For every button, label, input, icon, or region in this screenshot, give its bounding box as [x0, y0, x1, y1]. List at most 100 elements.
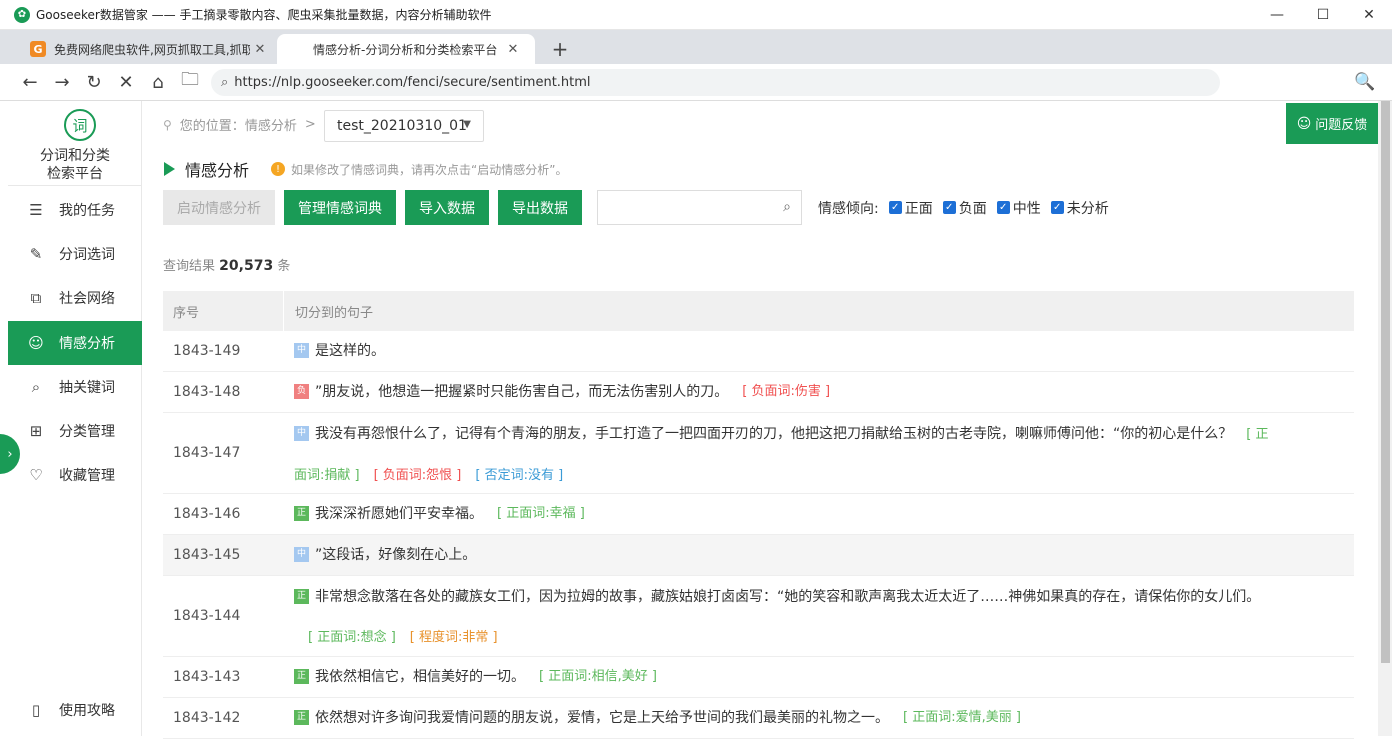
window-controls: — ☐ ✕ [1254, 0, 1392, 30]
filter-unanalyzed-checkbox[interactable]: ✓ 未分析 [1050, 198, 1109, 218]
keyword-positive: [ 正面词:相信,美好 ] [539, 669, 657, 684]
neutral-tag-icon: 中 [294, 546, 309, 562]
table-row[interactable]: 1843-144 正非常想念散落在各处的藏族女工们，因为拉姆的故事，藏族姑娘打卤… [163, 576, 1354, 657]
breadcrumb-arrow: > [304, 117, 316, 132]
browser-tab-gooseeker[interactable]: G 免费网络爬虫软件,网页抓取工具,抓取 ✕ [20, 34, 276, 64]
sidebar-item-tasks[interactable]: ☰ 我的任务 [8, 188, 142, 232]
sidebar-item-categories[interactable]: ⊞ 分类管理 [8, 409, 142, 453]
keyword-negative: [ 负面词:伤害 ] [742, 384, 831, 399]
sidebar-item-label: 分词选词 [59, 247, 115, 263]
sidebar-item-keywords[interactable]: ⌕ 抽关键词 [8, 365, 142, 409]
filter-label: 负面 [958, 200, 987, 217]
feedback-button[interactable]: ☺ 问题反馈 [1286, 103, 1378, 144]
minimize-button[interactable]: — [1254, 0, 1300, 30]
negative-tag-icon: 负 [294, 383, 309, 399]
sidebar-item-segmentation[interactable]: ✎ 分词选词 [8, 232, 142, 276]
main-content: ⚲ 您的位置： 情感分析 > test_20210310_01 ▼ ☺ 问题反馈… [143, 101, 1378, 739]
browser-tab-sentiment[interactable]: 情感分析-分词分析和分类检索平台 ✕ [277, 34, 535, 64]
address-bar: ← → ↻ ✕ ⌂ 🗀 ⌕ https://nlp.gooseeker.com/… [0, 64, 1392, 101]
filter-negative-checkbox[interactable]: ✓ 负面 [942, 198, 987, 218]
sidebar-item-label: 社会网络 [59, 291, 115, 307]
stop-icon[interactable]: ✕ [110, 66, 142, 98]
row-number: 1843-148 [173, 384, 241, 400]
breadcrumb-current[interactable]: 情感分析 [245, 115, 297, 134]
keyword-negative: [ 负面词:怨恨 ] [373, 468, 462, 483]
window-titlebar: ✿ Gooseeker数据管家 —— 手工摘录零散内容、爬虫采集批量数据，内容分… [0, 0, 1392, 30]
row-number: 1843-146 [173, 506, 241, 522]
page-scrollbar[interactable] [1378, 101, 1392, 736]
filter-neutral-checkbox[interactable]: ✓ 中性 [996, 198, 1041, 218]
network-icon: ⧉ [30, 289, 42, 307]
close-window-button[interactable]: ✕ [1346, 0, 1392, 30]
result-count: 查询结果 20,573 条 [163, 255, 290, 274]
back-arrow-icon[interactable]: ← [14, 66, 46, 98]
smile-icon: ☺ [28, 334, 44, 352]
breadcrumb: ⚲ 您的位置： 情感分析 > [163, 115, 324, 134]
sidebar-item-label: 使用攻略 [59, 703, 115, 719]
table-header: 序号 切分到的句子 [163, 291, 1354, 331]
new-tab-button[interactable]: + [548, 34, 572, 64]
sidebar-item-favorites[interactable]: ♡ 收藏管理 [8, 453, 142, 497]
project-select-value: test_20210310_01 [337, 118, 467, 134]
magnifier-icon: ⌕ [31, 378, 41, 396]
url-field[interactable]: ⌕ https://nlp.gooseeker.com/fenci/secure… [211, 69, 1220, 96]
reload-icon[interactable]: ↻ [78, 66, 110, 98]
row-number: 1843-147 [173, 445, 241, 461]
table-row[interactable]: 1843-145 中 ”这段话，好像刻在心上。 [163, 535, 1354, 576]
sentence-text: 我没有再怨恨什么了，记得有个青海的朋友，手工打造了一把四面开刃的刀，他把这把刀捐… [315, 426, 1233, 442]
forward-arrow-icon[interactable]: → [46, 66, 78, 98]
row-number: 1843-142 [173, 710, 241, 726]
breadcrumb-prefix: 您的位置： [179, 119, 245, 134]
tab-close-icon[interactable]: ✕ [503, 42, 523, 57]
project-select[interactable]: test_20210310_01 ▼ [324, 110, 484, 142]
start-analysis-button[interactable]: 启动情感分析 [163, 190, 275, 225]
scrollbar-thumb[interactable] [1381, 101, 1390, 663]
table-row[interactable]: 1843-148 负 ”朋友说，他想造一把握紧时只能伤害自己，而无法伤害别人的刀… [163, 372, 1354, 413]
search-icon: ⌕ [221, 75, 229, 90]
search-icon[interactable]: 🔍 [1352, 69, 1378, 95]
table-row[interactable]: 1843-149 中 是这样的。 [163, 331, 1354, 372]
sidebar-item-guide[interactable]: ▯ 使用攻略 [8, 688, 142, 732]
positive-tag-icon: 正 [294, 505, 309, 521]
search-box: ⌕ [597, 190, 802, 225]
maximize-button[interactable]: ☐ [1300, 0, 1346, 30]
keyword-positive: [ 正面词:爱情,美丽 ] [903, 710, 1021, 725]
keyword-positive: [ 正面词:幸福 ] [497, 506, 585, 521]
sentence-text: 是这样的。 [315, 343, 385, 359]
search-icon[interactable]: ⌕ [783, 199, 791, 215]
row-number: 1843-149 [173, 343, 241, 359]
sentence-text: 依然想对许多询问我爱情问题的朋友说，爱情，它是上天给予世间的我们最美丽的礼物之一… [315, 710, 889, 726]
row-sentence: 负 ”朋友说，他想造一把握紧时只能伤害自己，而无法伤害别人的刀。 [ 负面词:伤… [284, 372, 1354, 412]
info-icon: ! [271, 162, 286, 176]
table-row[interactable]: 1843-142 正 依然想对许多询问我爱情问题的朋友说，爱情，它是上天给予世间… [163, 698, 1354, 739]
sidebar-item-social-network[interactable]: ⧉ 社会网络 [8, 276, 142, 320]
search-input[interactable] [598, 191, 768, 224]
positive-tag-icon: 正 [294, 709, 309, 725]
keyword-positive: [ 正 [1246, 427, 1269, 442]
row-number: 1843-144 [173, 608, 241, 624]
checkbox-checked-icon: ✓ [888, 201, 902, 214]
folder-icon[interactable]: 🗀 [174, 66, 206, 98]
import-data-button[interactable]: 导入数据 [405, 190, 489, 225]
window-title: Gooseeker数据管家 —— 手工摘录零散内容、爬虫采集批量数据，内容分析辅… [36, 8, 492, 22]
checkbox-checked-icon: ✓ [942, 201, 956, 214]
table-row[interactable]: 1843-146 正 我深深祈愿她们平安幸福。 [ 正面词:幸福 ] [163, 494, 1354, 535]
tab-close-icon[interactable]: ✕ [250, 42, 270, 57]
url-text: https://nlp.gooseeker.com/fenci/secure/s… [234, 75, 591, 90]
sentence-table: 序号 切分到的句子 1843-149 中 是这样的。 1843-148 负 ”朋… [163, 291, 1354, 739]
export-data-button[interactable]: 导出数据 [498, 190, 582, 225]
platform-title: 分词和分类 检索平台 [0, 147, 155, 183]
filter-positive-checkbox[interactable]: ✓ 正面 [888, 198, 933, 218]
keyword-positive: [ 正面词:想念 ] [308, 630, 396, 645]
feedback-label: 问题反馈 [1315, 118, 1368, 133]
manage-dictionary-button[interactable]: 管理情感词典 [284, 190, 396, 225]
table-row[interactable]: 1843-147 中我没有再怨恨什么了，记得有个青海的朋友，手工打造了一把四面开… [163, 413, 1354, 494]
row-sentence: 正 我深深祈愿她们平安幸福。 [ 正面词:幸福 ] [284, 494, 1354, 534]
filter-label: 中性 [1012, 200, 1041, 217]
table-row[interactable]: 1843-143 正 我依然相信它，相信美好的一切。 [ 正面词:相信,美好 ] [163, 657, 1354, 698]
home-icon[interactable]: ⌂ [142, 66, 174, 98]
row-sentence: 中我没有再怨恨什么了，记得有个青海的朋友，手工打造了一把四面开刃的刀，他把这把刀… [284, 413, 1354, 493]
sidebar-item-sentiment[interactable]: ☺ 情感分析 [8, 321, 142, 365]
keyword-degree: [ 程度词:非常 ] [409, 630, 498, 645]
row-sentence: 正 依然想对许多询问我爱情问题的朋友说，爱情，它是上天给予世间的我们最美丽的礼物… [284, 698, 1354, 738]
